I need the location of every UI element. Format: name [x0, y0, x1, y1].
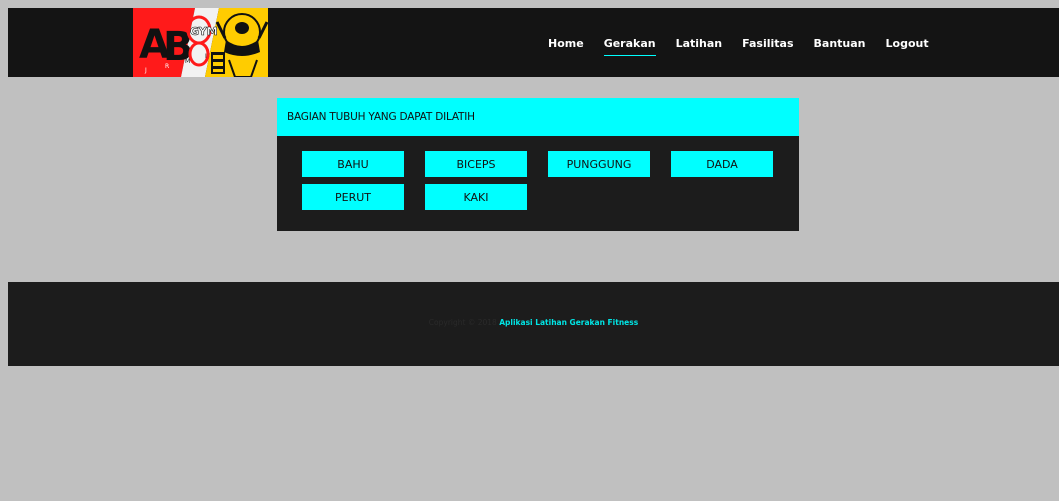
nav-fasilitas[interactable]: Fasilitas	[742, 37, 793, 50]
nav-logout[interactable]: Logout	[886, 37, 929, 50]
dada-button[interactable]: DADA	[671, 151, 773, 177]
card-title: BAGIAN TUBUH YANG DAPAT DILATIH	[277, 98, 799, 136]
gym-logo[interactable]: A B GYM J R M I	[133, 8, 268, 77]
body-parts-card: BAGIAN TUBUH YANG DAPAT DILATIH BAHU BIC…	[277, 98, 799, 231]
kaki-button[interactable]: KAKI	[425, 184, 527, 210]
perut-button[interactable]: PERUT	[302, 184, 404, 210]
top-header: A B GYM J R M I Home Gerakan Latihan Fas…	[8, 8, 1059, 77]
copyright-text: Copyright © 2018	[428, 318, 497, 327]
app-name-link[interactable]: Aplikasi Latihan Gerakan Fitness	[499, 318, 638, 327]
page: A B GYM J R M I Home Gerakan Latihan Fas…	[0, 0, 1059, 501]
footer-text: Copyright © 2018 Aplikasi Latihan Geraka…	[8, 318, 1059, 327]
svg-text:R: R	[165, 63, 169, 70]
svg-text:I: I	[205, 53, 207, 60]
nav-bantuan[interactable]: Bantuan	[814, 37, 866, 50]
svg-text:J: J	[144, 67, 147, 74]
main-nav: Home Gerakan Latihan Fasilitas Bantuan L…	[548, 37, 929, 56]
nav-gerakan[interactable]: Gerakan	[603, 37, 656, 56]
biceps-button[interactable]: BICEPS	[425, 151, 527, 177]
nav-latihan[interactable]: Latihan	[676, 37, 723, 50]
gym-logo-image: A B GYM J R M I	[133, 8, 268, 77]
page-footer: Copyright © 2018 Aplikasi Latihan Geraka…	[8, 282, 1059, 366]
svg-text:GYM: GYM	[190, 25, 218, 38]
svg-text:M: M	[185, 58, 190, 65]
body-part-grid: BAHU BICEPS PUNGGUNG DADA PERUT KAKI	[302, 151, 774, 210]
nav-home[interactable]: Home	[548, 37, 584, 50]
punggung-button[interactable]: PUNGGUNG	[548, 151, 650, 177]
card-body: BAHU BICEPS PUNGGUNG DADA PERUT KAKI	[277, 136, 799, 210]
bahu-button[interactable]: BAHU	[302, 151, 404, 177]
